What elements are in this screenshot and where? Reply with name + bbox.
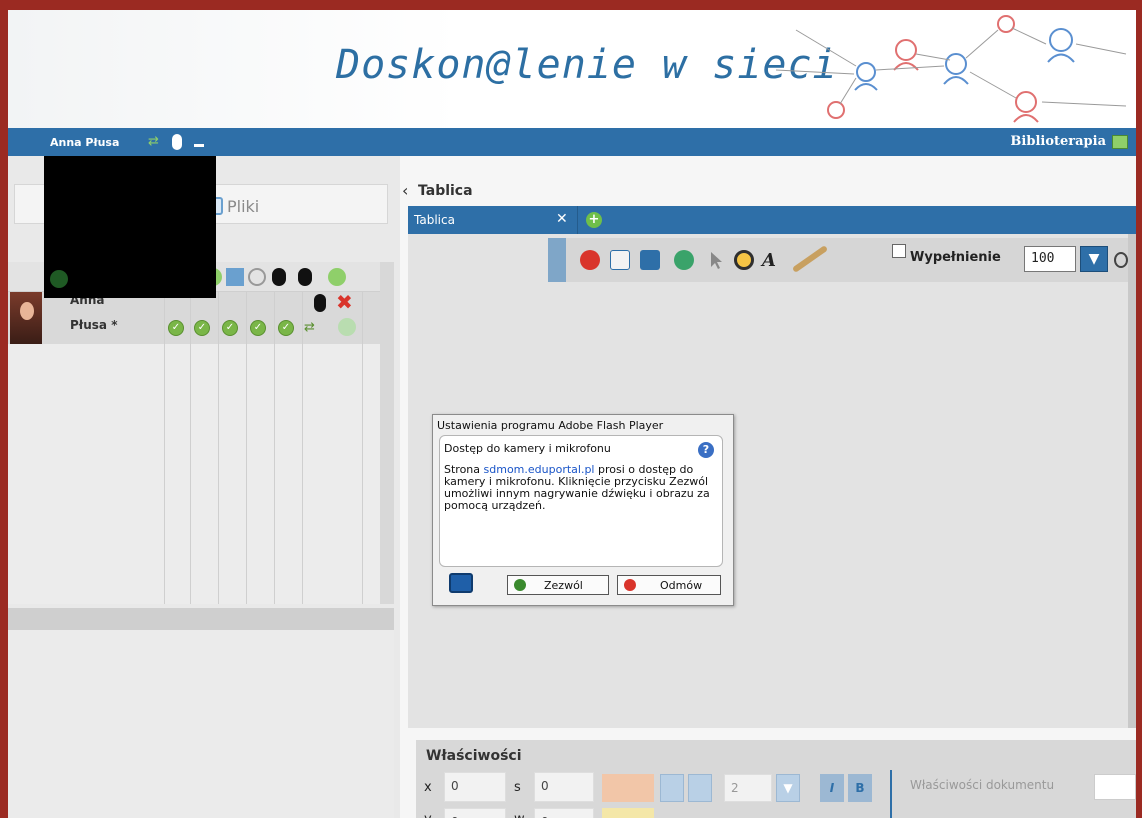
document-properties-field[interactable] [1094, 774, 1136, 800]
line-width-field[interactable]: 2 [724, 774, 772, 802]
check-icon[interactable]: ✓ [194, 320, 210, 336]
remove-user-icon[interactable]: ✖ [336, 290, 353, 314]
line-color-swatch[interactable] [602, 774, 654, 802]
pointer-icon[interactable] [706, 250, 726, 270]
screen-share-icon[interactable] [226, 268, 244, 286]
whiteboard-title: Tablica [418, 183, 473, 199]
new-document-icon[interactable] [610, 250, 630, 270]
properties-divider [890, 770, 892, 818]
y-field[interactable]: 0 [444, 808, 506, 818]
dialog-body: Dostęp do kamery i mikrofonu ? Strona sd… [439, 435, 723, 567]
room-icon[interactable] [1112, 135, 1128, 149]
add-tab-icon[interactable]: + [586, 212, 602, 228]
tab-tablica[interactable]: Tablica ✕ [408, 206, 578, 234]
microphone-icon[interactable] [314, 294, 326, 312]
fill-label: Wypełnienie [910, 250, 1001, 265]
line-color-pencil-icon[interactable] [660, 774, 684, 802]
pencil-icon[interactable] [791, 245, 829, 273]
close-tab-icon[interactable]: ✕ [556, 211, 568, 227]
video-status-icon [50, 270, 68, 288]
help-icon[interactable]: ? [698, 442, 714, 458]
left-splitter[interactable] [8, 608, 394, 630]
lock-icon[interactable] [688, 774, 712, 802]
save-icon[interactable] [640, 250, 660, 270]
site-banner: Doskon@lenie w sieci [8, 10, 1136, 128]
add-user-icon[interactable] [328, 268, 346, 286]
avatar [10, 292, 42, 344]
x-label: x [424, 780, 432, 795]
left-lower-panel [8, 630, 394, 818]
check-icon[interactable]: ✓ [250, 320, 266, 336]
whiteboard-rights-icon[interactable] [248, 268, 266, 286]
sync-icon[interactable]: ⇄ [304, 320, 315, 335]
italic-button[interactable]: I [820, 774, 844, 802]
fill-opacity-input[interactable]: 100 [1024, 246, 1076, 272]
room-name: Biblioterapia [1010, 134, 1106, 149]
line-width-dropdown[interactable]: ▼ [776, 774, 800, 802]
clear-icon[interactable] [580, 250, 600, 270]
fill-dropdown-button[interactable]: ▼ [1080, 246, 1108, 272]
zoom-icon[interactable] [1114, 252, 1128, 268]
w-label: w [514, 812, 525, 818]
video-user-name: Anna Płusa [50, 136, 120, 149]
deny-button[interactable]: Odmów [617, 575, 721, 595]
x-field[interactable]: 0 [444, 772, 506, 802]
camera-settings-icon[interactable] [449, 573, 473, 593]
video-title-bar[interactable]: Anna Płusa ⇄ [44, 130, 216, 156]
allow-button[interactable]: Zezwól [507, 575, 609, 595]
check-icon[interactable]: ✓ [168, 320, 184, 336]
user-row[interactable]: Anna Płusa * ✓ ✓ ✓ ✓ ✓ ⇄ ✖ [8, 290, 380, 344]
dialog-message: Strona sdmom.eduportal.pl prosi o dostęp… [444, 463, 710, 512]
browser-frame: Doskon@lenie w sieci Biblioterapia Pliki… [0, 0, 1142, 818]
bold-button[interactable]: B [848, 774, 872, 802]
whiteboard-toolbar: A Wypełnienie 100 ▼ [548, 238, 1136, 282]
fill-color-swatch[interactable] [602, 808, 654, 818]
collapse-left-icon[interactable]: ‹ [402, 181, 408, 200]
tab-label: Tablica [414, 213, 455, 227]
user-list-scrollbar[interactable] [380, 262, 394, 604]
s-label: s [514, 780, 521, 795]
document-properties-label: Właściwości dokumentu [910, 778, 1055, 792]
fill-checkbox[interactable] [892, 244, 906, 258]
whiteboard-tab-strip: Tablica ✕ + [408, 206, 1136, 234]
dialog-title: Ustawienia programu Adobe Flash Player [437, 419, 664, 432]
s-field[interactable]: 0 [534, 772, 594, 802]
whiteboard-scrollbar[interactable] [1128, 234, 1136, 728]
undo-icon[interactable] [674, 250, 694, 270]
check-icon[interactable]: ✓ [222, 320, 238, 336]
microphone-icon[interactable] [272, 268, 286, 286]
user-last-name: Płusa * [70, 318, 118, 332]
tab-files[interactable]: Pliki [227, 197, 259, 216]
user-list: Anna Płusa * ✓ ✓ ✓ ✓ ✓ ⇄ ✖ [8, 290, 380, 604]
properties-panel: Właściwości x 0 s 0 y 0 w 0 2 ▼ I B Właś… [416, 740, 1136, 818]
whiteboard-header: ‹ Tablica [400, 178, 1136, 206]
video-sync-icon[interactable]: ⇄ [148, 134, 159, 149]
dialog-heading: Dostęp do kamery i mikrofonu [444, 442, 611, 455]
minimize-icon[interactable] [194, 144, 204, 147]
allow-icon [514, 579, 526, 591]
properties-title[interactable]: Właściwości [426, 748, 522, 764]
add-microphone-icon[interactable] [298, 268, 312, 286]
video-microphone-icon[interactable] [172, 134, 182, 150]
check-icon[interactable]: ✓ [278, 320, 294, 336]
flash-settings-dialog: Ustawienia programu Adobe Flash Player D… [432, 414, 734, 606]
status-dot-icon [338, 318, 356, 336]
y-label: y [424, 812, 432, 818]
w-field[interactable]: 0 [534, 808, 594, 818]
shape-tool-icon[interactable] [734, 250, 754, 270]
video-window[interactable]: Anna Płusa ⇄ [44, 130, 216, 298]
deny-icon [624, 579, 636, 591]
network-people-illustration [775, 15, 1127, 123]
text-tool-icon[interactable]: A [762, 250, 782, 271]
